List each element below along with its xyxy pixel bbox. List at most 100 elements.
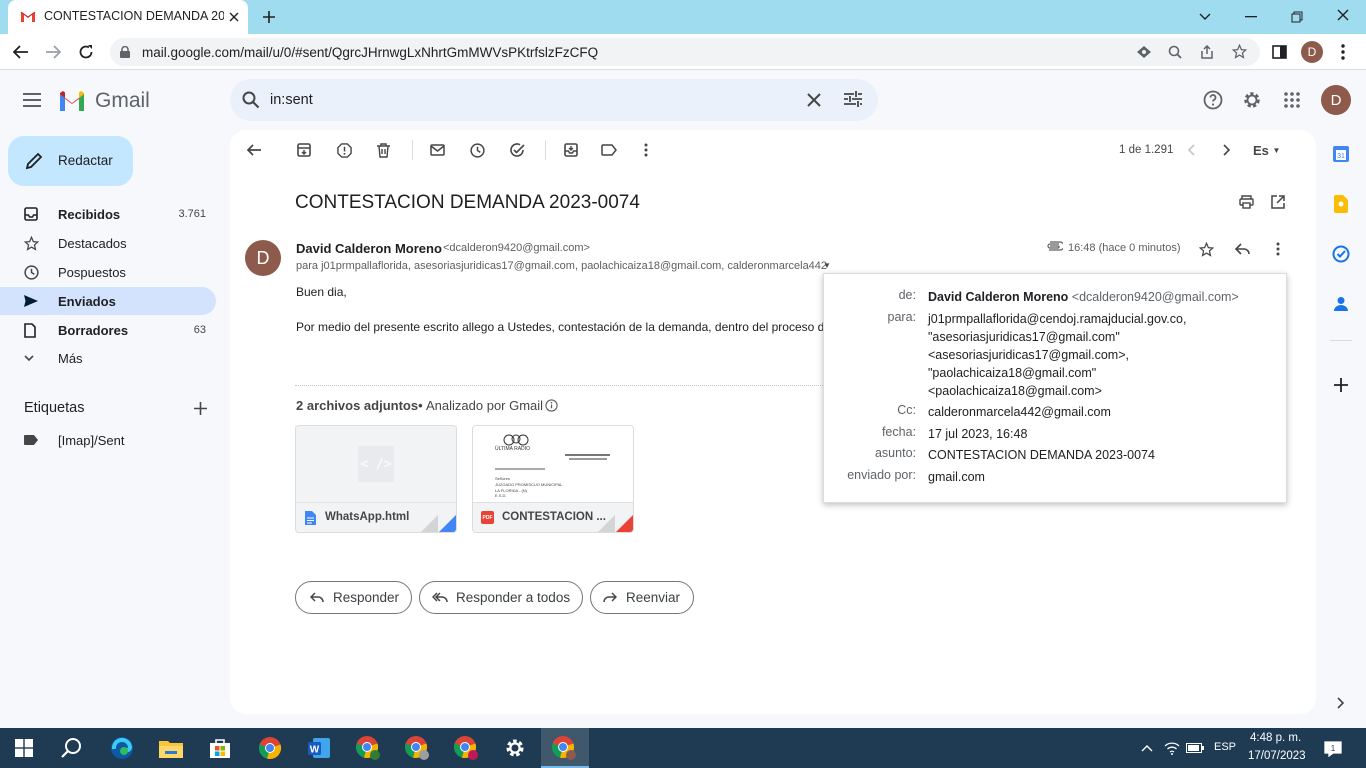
help-icon[interactable]: [1202, 89, 1224, 111]
windows-start-icon[interactable]: [9, 734, 39, 762]
star-message-icon[interactable]: [1197, 240, 1215, 258]
from-email: <dcalderon9420@gmail.com>: [1071, 290, 1239, 304]
pencil-icon: [25, 152, 43, 170]
move-to-icon[interactable]: [562, 141, 580, 159]
close-window-icon[interactable]: [1334, 6, 1352, 24]
chrome-icon[interactable]: [255, 734, 285, 762]
taskbar-search-icon[interactable]: [57, 734, 87, 762]
search-input[interactable]: in:sent: [270, 92, 313, 108]
message-details-popover: de: David Calderon Moreno <dcalderon9420…: [823, 273, 1287, 503]
apps-grid-icon[interactable]: [1281, 89, 1303, 111]
scanned-by-gmail: Analizado por Gmail: [426, 398, 544, 413]
chrome-profile-icon[interactable]: [451, 734, 481, 762]
browser-menu-icon[interactable]: [1334, 43, 1352, 61]
reply-icon[interactable]: [1233, 240, 1251, 258]
reload-icon[interactable]: [77, 43, 95, 61]
reply-arrow-icon: [310, 592, 324, 603]
browser-profile-avatar[interactable]: D: [1301, 41, 1323, 63]
add-label-icon[interactable]: [191, 399, 209, 417]
sidebar-item-pospuestos[interactable]: Pospuestos: [0, 258, 216, 286]
bookmark-star-icon[interactable]: [1232, 44, 1247, 59]
sidebar-label-imap-sent[interactable]: [Imap]/Sent: [0, 426, 216, 454]
toolbar-divider: [545, 140, 546, 160]
sidebar-item-mas[interactable]: Más: [0, 344, 216, 372]
sender-avatar[interactable]: D: [245, 240, 281, 276]
delete-trash-icon[interactable]: [374, 141, 392, 159]
sidebar-item-destacados[interactable]: Destacados: [0, 229, 216, 257]
notifications-icon[interactable]: 1: [1323, 739, 1343, 759]
pdf-preview-line: [569, 458, 607, 460]
account-avatar[interactable]: D: [1321, 85, 1351, 115]
sender-avatar-initial: D: [256, 247, 270, 268]
attachment-card-html[interactable]: < /> WhatsApp.html: [295, 425, 457, 533]
word-icon[interactable]: W: [304, 734, 334, 762]
contacts-icon[interactable]: [1331, 294, 1351, 314]
chrome-profile-icon[interactable]: [353, 734, 383, 762]
new-tab-icon[interactable]: [260, 8, 278, 26]
reply-button[interactable]: Responder: [295, 581, 412, 614]
back-to-list-icon[interactable]: [245, 141, 263, 159]
archive-icon[interactable]: [295, 141, 313, 159]
keyboard-language[interactable]: ESP: [1214, 741, 1236, 753]
get-addons-icon[interactable]: [1331, 375, 1351, 395]
edge-browser-icon[interactable]: [107, 734, 137, 762]
search-icon[interactable]: [242, 91, 260, 109]
clock-date[interactable]: 17/07/2023: [1248, 750, 1306, 762]
compose-button[interactable]: Redactar: [8, 136, 133, 186]
tab-search-chevron-icon[interactable]: [1196, 8, 1214, 26]
attachments-divider: [295, 385, 825, 386]
message-more-icon[interactable]: [1269, 240, 1287, 258]
chrome-profile-icon[interactable]: [402, 734, 432, 762]
main-menu-icon[interactable]: [22, 90, 42, 110]
info-icon[interactable]: [544, 398, 558, 412]
snooze-clock-icon[interactable]: [468, 141, 486, 159]
back-icon[interactable]: [12, 43, 30, 61]
wifi-icon[interactable]: [1163, 739, 1181, 757]
mark-unread-icon[interactable]: [428, 141, 446, 159]
attachment-card-pdf[interactable]: ÚLTIMA RADIO Señores JUZGADO PROMISCUO M…: [472, 425, 634, 533]
sidebar-item-recibidos[interactable]: Recibidos 3.761: [0, 200, 216, 228]
battery-icon[interactable]: [1186, 739, 1204, 757]
calendar-icon[interactable]: 31: [1331, 144, 1351, 164]
open-new-window-icon[interactable]: [1269, 193, 1287, 211]
tracking-eye-icon[interactable]: [1136, 45, 1152, 59]
print-icon[interactable]: [1237, 193, 1255, 211]
show-details-caret-icon[interactable]: ▼: [823, 261, 831, 270]
address-bar[interactable]: mail.google.com/mail/u/0/#sent/QgrcJHrnw…: [110, 38, 1260, 66]
sidebar-item-enviados[interactable]: Enviados: [0, 287, 216, 315]
sender-name[interactable]: David Calderon Moreno: [296, 241, 442, 256]
share-icon[interactable]: [1200, 45, 1214, 59]
chrome-active-icon[interactable]: [549, 734, 579, 762]
restore-icon[interactable]: [1288, 8, 1306, 26]
label-icon[interactable]: [600, 141, 618, 159]
tray-chevron-up-icon[interactable]: [1139, 740, 1155, 756]
inbox-icon: [24, 207, 40, 221]
more-options-icon[interactable]: [637, 141, 655, 159]
sidebar-item-count: 63: [193, 324, 206, 336]
sidebar-item-borradores[interactable]: Borradores 63: [0, 316, 216, 344]
older-chevron-icon[interactable]: [1218, 141, 1236, 159]
reply-all-button[interactable]: Responder a todos: [419, 581, 583, 614]
forward-button[interactable]: Reenviar: [590, 581, 694, 614]
browser-tab[interactable]: CONTESTACION DEMANDA 2023: [8, 0, 248, 34]
expand-panel-chevron-icon[interactable]: [1331, 693, 1351, 713]
clock-time[interactable]: 4:48 p. m.: [1250, 732, 1301, 744]
side-panel-icon[interactable]: [1270, 43, 1288, 61]
file-explorer-icon[interactable]: [156, 734, 186, 762]
tasks-icon[interactable]: [1331, 244, 1351, 264]
input-tools-language[interactable]: Es ▼: [1253, 143, 1280, 158]
search-bar[interactable]: in:sent: [230, 79, 878, 121]
send-icon: [24, 295, 40, 307]
settings-app-icon[interactable]: [500, 734, 530, 762]
star-icon: [24, 235, 40, 251]
clear-search-icon[interactable]: [807, 93, 821, 107]
report-spam-icon[interactable]: [335, 141, 353, 159]
microsoft-store-icon[interactable]: [205, 734, 235, 762]
close-tab-icon[interactable]: [226, 9, 242, 25]
keep-icon[interactable]: [1331, 194, 1351, 214]
add-task-icon[interactable]: [508, 141, 526, 159]
minimize-icon[interactable]: [1242, 8, 1260, 26]
settings-gear-icon[interactable]: [1241, 89, 1263, 111]
zoom-icon[interactable]: [1168, 45, 1182, 59]
search-options-icon[interactable]: [844, 91, 862, 107]
